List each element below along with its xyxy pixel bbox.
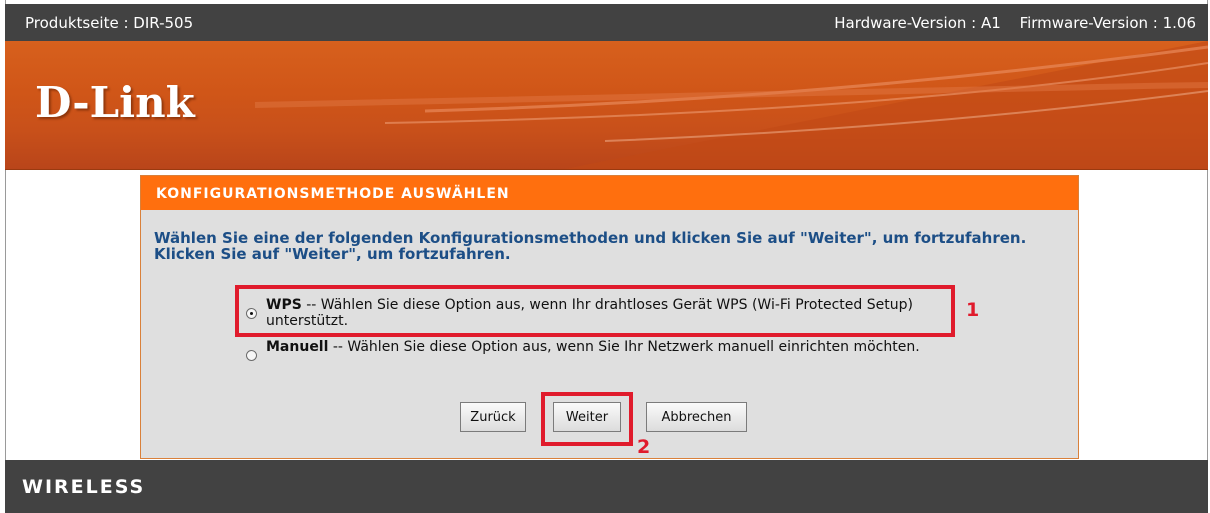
hardware-version: Hardware-Version : A1: [834, 14, 1001, 32]
panel-header: KONFIGURATIONSMETHODE AUSWÄHLEN: [141, 176, 1078, 210]
cancel-button[interactable]: Abbrechen: [646, 402, 747, 432]
option-manual[interactable]: Manuell -- Wählen Sie diese Option aus, …: [246, 339, 946, 373]
annotation-number-1: 1: [966, 299, 980, 321]
manual-radio-button[interactable]: [246, 350, 257, 361]
option-manual-description: -- Wählen Sie diese Option aus, wenn Sie…: [328, 339, 920, 355]
option-manual-text: Manuell -- Wählen Sie diese Option aus, …: [266, 339, 956, 355]
option-manual-name: Manuell: [266, 339, 329, 355]
firmware-version: Firmware-Version : 1.06: [1019, 14, 1196, 32]
annotation-highlight-wps: [235, 285, 955, 337]
back-button[interactable]: Zurück: [460, 402, 526, 432]
footer-bar: WIRELESS: [5, 460, 1208, 513]
instruction-text: Wählen Sie eine der folgenden Konfigurat…: [154, 229, 1027, 263]
annotation-number-2: 2: [637, 436, 651, 458]
top-info-bar: Produktseite : DIR-505 Hardware-Version …: [5, 4, 1208, 41]
brand-banner: D-Link: [5, 41, 1208, 170]
product-page-label: Produktseite : DIR-505: [25, 14, 194, 32]
panel-title: KONFIGURATIONSMETHODE AUSWÄHLEN: [156, 186, 510, 202]
dlink-logo: D-Link: [35, 78, 195, 127]
version-info: Hardware-Version : A1 Firmware-Version :…: [834, 14, 1196, 32]
wireless-label: WIRELESS: [22, 476, 146, 498]
annotation-highlight-next: [541, 392, 633, 446]
